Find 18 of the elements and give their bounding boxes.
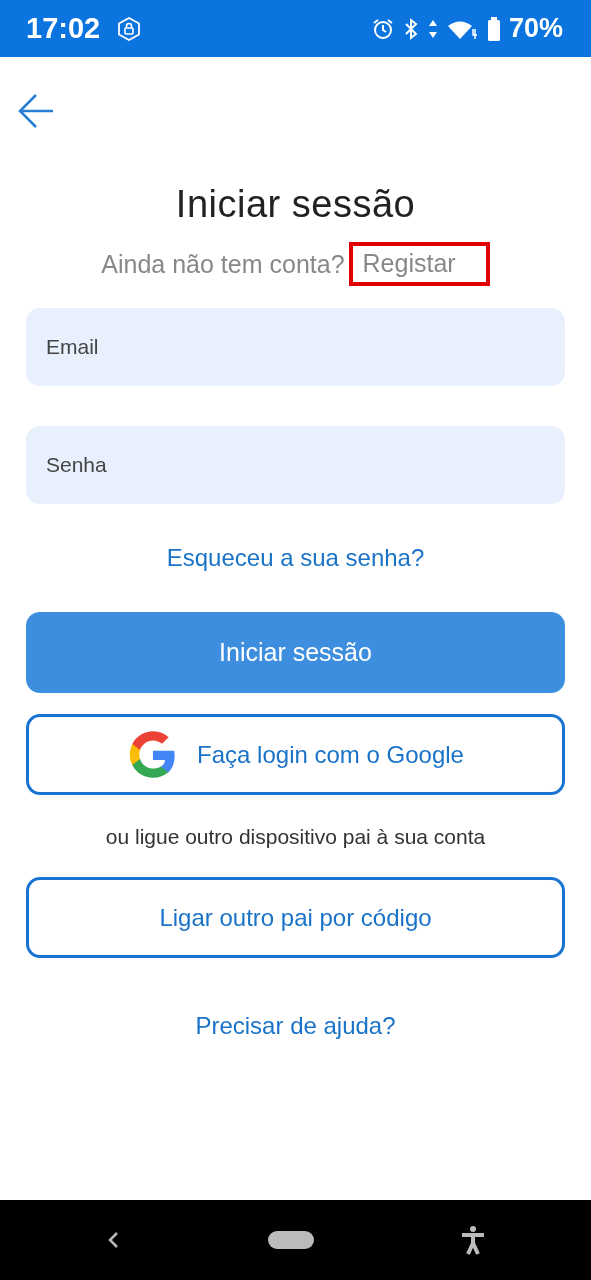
battery-icon <box>486 15 501 42</box>
home-pill[interactable] <box>267 1231 314 1249</box>
google-login-button[interactable]: Faça login com o Google <box>26 714 565 795</box>
forgot-password-link[interactable]: Esqueceu a sua senha? <box>166 544 425 572</box>
clock: 17:02 <box>26 12 101 45</box>
email-field[interactable]: Email <box>26 308 565 386</box>
bluetooth-icon <box>402 16 419 41</box>
lock-icon <box>116 15 143 42</box>
help-link[interactable]: Precisar de ajuda? <box>195 1012 396 1040</box>
register-prompt: Ainda não tem conta? <box>101 249 345 279</box>
register-link[interactable]: Registar <box>348 242 490 286</box>
login-button[interactable]: Iniciar sessão <box>26 612 565 693</box>
password-field[interactable]: Senha <box>26 426 565 504</box>
page-title: Iniciar sessão <box>175 183 416 226</box>
link-by-code-button[interactable]: Ligar outro pai por código <box>26 877 565 958</box>
accessibility-icon[interactable] <box>459 1225 487 1255</box>
battery-percentage: 70% <box>508 13 563 44</box>
link-device-text: ou ligue outro dispositivo pai à sua conta <box>105 825 486 849</box>
